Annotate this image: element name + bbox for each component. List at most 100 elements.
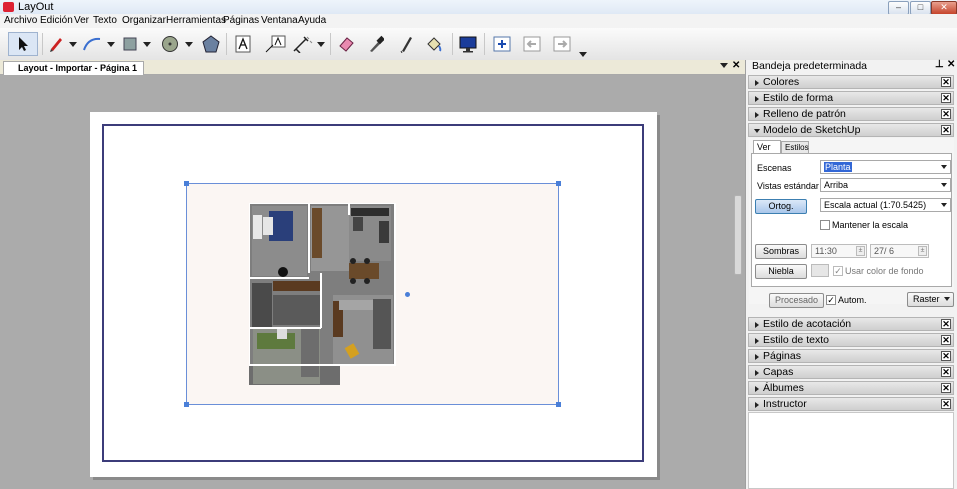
eraser-tool-icon[interactable] xyxy=(334,32,358,56)
menu-ver[interactable]: Ver xyxy=(74,15,89,26)
pencil-options-dropdown[interactable] xyxy=(68,32,78,56)
scenes-label: Escenas xyxy=(757,163,792,173)
menu-ayuda[interactable]: Ayuda xyxy=(298,15,326,26)
render-mode-select[interactable]: Raster xyxy=(907,292,954,307)
split-tool-icon[interactable] xyxy=(394,32,418,56)
section-albumes[interactable]: Álbumes ✕ xyxy=(748,381,954,395)
circle-tool-icon[interactable] xyxy=(158,32,182,56)
label-tool-icon[interactable] xyxy=(262,32,288,56)
menu-bar: Archivo Edición Ver Texto Organizar Herr… xyxy=(0,14,957,28)
dimension-options-dropdown[interactable] xyxy=(316,32,326,56)
section-modelo-de-sketchup[interactable]: Modelo de SketchUp ✕ xyxy=(748,123,954,137)
arc-options-dropdown[interactable] xyxy=(106,32,116,56)
previous-page-icon[interactable] xyxy=(520,32,544,56)
section-instructor[interactable]: Instructor ✕ xyxy=(748,397,954,411)
auto-render-label: Autom. xyxy=(838,295,867,305)
resize-handle-top-right[interactable] xyxy=(556,181,561,186)
close-section-icon[interactable]: ✕ xyxy=(941,319,951,329)
resize-handle-middle[interactable] xyxy=(405,292,410,297)
spinner-icon[interactable]: ± xyxy=(856,246,865,256)
standard-views-label: Vistas estándar xyxy=(757,181,819,191)
section-paginas[interactable]: Páginas ✕ xyxy=(748,349,954,363)
expand-icon xyxy=(755,322,759,328)
menu-paginas[interactable]: Páginas xyxy=(223,15,259,26)
pencil-line-tool-icon[interactable] xyxy=(46,32,66,56)
section-estilo-de-acotacion[interactable]: Estilo de acotación ✕ xyxy=(748,317,954,331)
menu-edicion[interactable]: Edición xyxy=(40,15,73,26)
resize-handle-bottom-left[interactable] xyxy=(184,402,189,407)
toolbar-separator xyxy=(330,33,331,55)
expand-icon xyxy=(755,96,759,102)
expand-icon xyxy=(755,386,759,392)
menu-ventana[interactable]: Ventana xyxy=(261,15,298,26)
chevron-down-icon xyxy=(941,203,947,207)
section-relleno-de-patron[interactable]: Relleno de patrón ✕ xyxy=(748,107,954,121)
next-page-icon[interactable] xyxy=(550,32,574,56)
eyedropper-tool-icon[interactable] xyxy=(364,32,388,56)
menu-texto[interactable]: Texto xyxy=(93,15,117,26)
render-button[interactable]: Procesado xyxy=(769,293,824,308)
default-tray-panel: Bandeja predeterminada ⊥ ✕ Colores ✕ Esti… xyxy=(734,59,957,489)
menu-archivo[interactable]: Archivo xyxy=(4,15,37,26)
section-colores[interactable]: Colores ✕ xyxy=(748,75,954,89)
fog-button[interactable]: Niebla xyxy=(755,264,807,279)
text-tool-icon[interactable] xyxy=(232,32,254,56)
select-tool-icon[interactable] xyxy=(8,32,38,56)
tray-pin-icon[interactable]: ⊥ xyxy=(935,59,944,70)
close-section-icon[interactable]: ✕ xyxy=(941,77,951,87)
tab-list-dropdown[interactable] xyxy=(720,63,728,68)
close-button[interactable]: ✕ xyxy=(931,1,957,15)
keep-scale-label: Mantener la escala xyxy=(832,220,909,230)
shadows-button[interactable]: Sombras xyxy=(755,244,807,259)
chevron-down-icon xyxy=(941,165,947,169)
panel-scrollbar[interactable] xyxy=(734,195,742,275)
section-estilo-de-forma[interactable]: Estilo de forma ✕ xyxy=(748,91,954,105)
document-tab[interactable]: Layout - Importar - Página 1 xyxy=(3,61,145,75)
section-estilo-de-texto[interactable]: Estilo de texto ✕ xyxy=(748,333,954,347)
tab-estilos[interactable]: Estilos xyxy=(781,141,809,153)
fog-color-swatch[interactable] xyxy=(811,264,829,277)
close-section-icon[interactable]: ✕ xyxy=(941,335,951,345)
standard-views-select[interactable]: Arriba xyxy=(820,178,951,192)
polygon-tool-icon[interactable] xyxy=(200,32,222,56)
shadow-time-field[interactable]: 11:30 ± xyxy=(811,244,867,258)
chevron-down-icon xyxy=(941,183,947,187)
close-section-icon[interactable]: ✕ xyxy=(941,93,951,103)
arc-tool-icon[interactable] xyxy=(80,32,104,56)
add-page-icon[interactable] xyxy=(490,32,514,56)
shadow-date-field[interactable]: 27/ 6 ± xyxy=(870,244,929,258)
section-capas[interactable]: Capas ✕ xyxy=(748,365,954,379)
close-section-icon[interactable]: ✕ xyxy=(941,383,951,393)
close-section-icon[interactable]: ✕ xyxy=(941,367,951,377)
menu-organizar[interactable]: Organizar xyxy=(122,15,166,26)
resize-handle-top-left[interactable] xyxy=(184,181,189,186)
close-document-icon[interactable]: ✕ xyxy=(732,60,740,71)
rectangle-tool-icon[interactable] xyxy=(120,32,140,56)
close-section-icon[interactable]: ✕ xyxy=(941,399,951,409)
document-tab-label: Layout - Importar - Página 1 xyxy=(18,63,138,73)
use-background-color-checkbox[interactable]: ✓ xyxy=(833,266,843,276)
scale-select[interactable]: Escala actual (1:70.5425) xyxy=(820,198,951,212)
dimension-tool-icon[interactable] xyxy=(290,32,316,56)
tab-ver[interactable]: Ver xyxy=(753,140,781,153)
auto-render-checkbox[interactable]: ✓ xyxy=(826,295,836,305)
resize-handle-bottom-right[interactable] xyxy=(556,402,561,407)
sketchup-viewport[interactable] xyxy=(184,181,561,407)
minimize-button[interactable]: – xyxy=(888,1,909,15)
presentation-icon[interactable] xyxy=(456,32,480,56)
close-section-icon[interactable]: ✕ xyxy=(941,125,951,135)
tray-close-icon[interactable]: ✕ xyxy=(947,59,955,70)
layout-app-icon xyxy=(3,2,14,12)
use-background-color-label: Usar color de fondo xyxy=(845,266,924,276)
menu-herramientas[interactable]: Herramientas xyxy=(166,15,226,26)
maximize-button[interactable]: □ xyxy=(910,1,931,15)
ortho-button[interactable]: Ortog. xyxy=(755,199,807,214)
circle-options-dropdown[interactable] xyxy=(184,32,194,56)
keep-scale-checkbox[interactable] xyxy=(820,220,830,230)
paint-bucket-tool-icon[interactable] xyxy=(422,32,446,56)
close-section-icon[interactable]: ✕ xyxy=(941,351,951,361)
scenes-select[interactable]: Planta xyxy=(820,160,951,174)
rectangle-options-dropdown[interactable] xyxy=(142,32,152,56)
spinner-icon[interactable]: ± xyxy=(918,246,927,256)
close-section-icon[interactable]: ✕ xyxy=(941,109,951,119)
